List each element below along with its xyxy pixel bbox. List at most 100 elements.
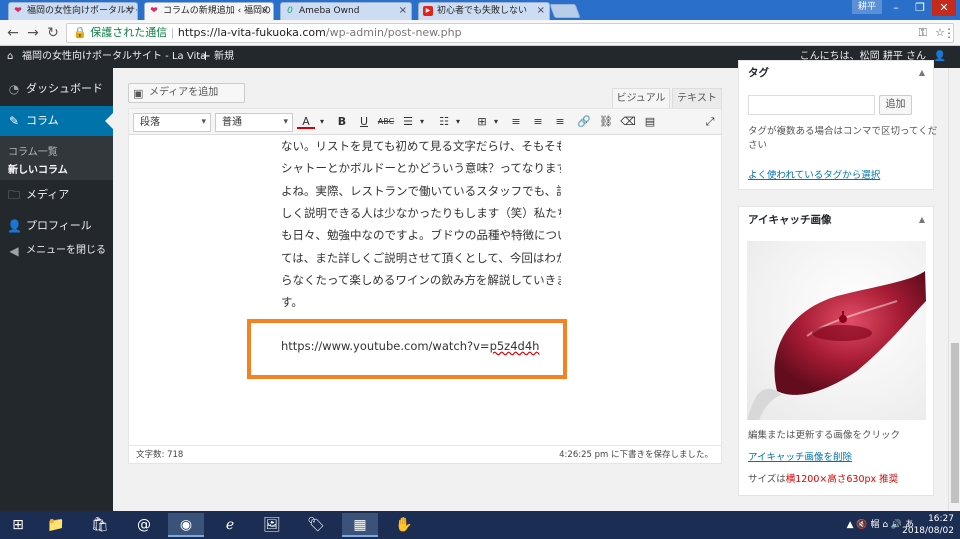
featured-image[interactable] xyxy=(747,241,926,420)
site-name-link[interactable]: 福岡の女性向けポータルサイト - La Vita xyxy=(22,46,206,68)
photos-icon[interactable]: 🖼 xyxy=(254,513,290,537)
home-icon[interactable]: ⌂ xyxy=(7,46,13,68)
secure-label: 保護された通信 xyxy=(90,26,168,39)
restore-icon[interactable]: ❐ xyxy=(908,0,932,16)
toggle-icon[interactable]: ▲ xyxy=(919,61,925,85)
font-size-select[interactable]: 普通 xyxy=(215,113,293,132)
pin-icon: ✎ xyxy=(8,114,20,128)
chevron-down-icon[interactable]: ▾ xyxy=(449,113,467,131)
file-explorer-icon[interactable]: 📁 xyxy=(38,513,74,537)
url-input[interactable]: 🔒 保護された通信 | https://la-vita-fukuoka.com/… xyxy=(66,23,954,43)
paste-text-icon[interactable]: ▤ xyxy=(641,113,659,131)
tags-header[interactable]: タグ ▲ xyxy=(739,61,933,85)
remove-featured-link[interactable]: アイキャッチ画像を削除 xyxy=(748,451,852,465)
size-value: 横1200×高さ630px 推奨 xyxy=(785,474,899,485)
youtube-icon: ▶ xyxy=(423,6,433,16)
close-window-icon[interactable]: ✕ xyxy=(932,0,956,16)
submenu-column-list[interactable]: コラム一覧 xyxy=(8,143,58,158)
tab-text[interactable]: テキスト xyxy=(672,88,722,108)
browser-tab[interactable]: ❤ 福岡の女性向けポータルサイ × xyxy=(8,2,138,20)
align-left-icon[interactable]: ≡ xyxy=(507,113,525,131)
windows-taskbar: ⊞ 📁 🛍 @ ◉ ℯ 🖼 🏷 ▦ ✋ ▲ 🔇 帽 ⌂ 🔊 あ 16:27 20… xyxy=(0,511,960,539)
page-scrollbar[interactable] xyxy=(948,68,960,511)
editor-status-bar: 文字数: 718 4:26:25 pm に下書きを保存しました。 xyxy=(129,445,721,463)
editor-box: 段落 普通 A ▾ B U ABC ☰ ▾ ☷ ▾ ⊞ ▾ ≡ ≡ ≡ 🔗 ⛓ … xyxy=(128,108,722,464)
tag-input[interactable] xyxy=(748,95,875,115)
forward-icon[interactable]: → xyxy=(24,24,42,42)
plus-icon[interactable]: + xyxy=(200,46,211,68)
close-icon[interactable]: × xyxy=(125,3,133,19)
wine-glass-image xyxy=(747,271,926,420)
key-icon[interactable]: ⚿ xyxy=(919,24,927,42)
url-host: https://la-vita-fukuoka.com xyxy=(177,26,326,39)
close-icon[interactable]: × xyxy=(261,3,269,19)
word-count: 文字数: 718 xyxy=(136,450,184,460)
mail-icon[interactable]: @ xyxy=(126,513,162,537)
tag-app-icon[interactable]: 🏷 xyxy=(298,513,334,537)
sidebar-item-dashboard[interactable]: ◔ ダッシュボード xyxy=(0,74,113,104)
url-main: https://www.youtube.com/watch?v= xyxy=(281,339,490,353)
close-icon[interactable]: × xyxy=(537,3,545,19)
browser-tab[interactable]: ▶ 初心者でも失敗しない × xyxy=(418,2,550,20)
scrollbar-thumb[interactable] xyxy=(951,343,959,503)
tab-title: Ameba Ownd xyxy=(299,6,360,16)
browser-tab[interactable]: 0 Ameba Ownd × xyxy=(280,2,412,20)
browser-tab-active[interactable]: ❤ コラムの新規追加 ‹ 福岡の × xyxy=(144,2,274,20)
clock[interactable]: 16:27 2018/08/02 xyxy=(902,513,954,537)
add-media-button[interactable]: ▣ メディアを追加 xyxy=(128,83,245,103)
chevron-down-icon[interactable]: ▾ xyxy=(487,113,505,131)
bold-icon[interactable]: B xyxy=(333,113,351,131)
link-icon[interactable]: 🔗 xyxy=(575,113,593,131)
close-icon[interactable]: × xyxy=(399,3,407,19)
media-icon: 🗀 xyxy=(7,188,20,202)
align-right-icon[interactable]: ≡ xyxy=(551,113,569,131)
editor-content[interactable]: ない。リストを見ても初めて見る文字だらけ、そもそも シャトーとかボルドーとかどう… xyxy=(281,135,561,435)
address-bar-row: ← → ↻ 🔒 保護された通信 | https://la-vita-fukuok… xyxy=(0,20,960,46)
format-select[interactable]: 段落 xyxy=(133,113,211,132)
unlink-icon[interactable]: ⛓ xyxy=(597,113,615,131)
media-icon: ▣ xyxy=(133,87,144,100)
youtube-url-text[interactable]: https://www.youtube.com/watch?v=p5z4d4h xyxy=(281,339,539,353)
featured-header[interactable]: アイキャッチ画像 ▲ xyxy=(739,207,933,233)
eraser-icon[interactable]: ⌫ xyxy=(619,113,637,131)
add-tag-button[interactable]: 追加 xyxy=(879,95,912,115)
draft-saved-status: 4:26:25 pm に下書きを保存しました。 xyxy=(559,450,713,460)
browser-tab-strip: ❤ 福岡の女性向けポータルサイ × ❤ コラムの新規追加 ‹ 福岡の × 0 A… xyxy=(0,0,960,20)
avatar-icon[interactable]: 👤 xyxy=(934,46,946,68)
chevron-down-icon[interactable]: ▾ xyxy=(413,113,431,131)
store-icon[interactable]: 🛍 xyxy=(82,513,118,537)
tag-help-line1: タグが複数ある場合はコンマで区切ってくだ xyxy=(748,126,938,137)
align-center-icon[interactable]: ≡ xyxy=(529,113,547,131)
new-link[interactable]: 新規 xyxy=(214,46,234,68)
profile-badge[interactable]: 耕平 xyxy=(851,0,882,14)
underline-icon[interactable]: U xyxy=(355,113,373,131)
box-title: アイキャッチ画像 xyxy=(748,214,832,226)
strikethrough-icon[interactable]: ABC xyxy=(377,113,395,131)
app-icon[interactable]: ✋ xyxy=(386,513,422,537)
sidebar-collapse[interactable]: ◀ メニューを閉じる xyxy=(0,236,113,266)
paragraph-line: も日々、勉強中なのですよ。ブドウの品種や特徴につい xyxy=(281,228,561,243)
column-submenu: コラム一覧 新しいコラム xyxy=(0,136,113,180)
new-tab-button[interactable] xyxy=(549,4,581,18)
ie-icon[interactable]: ℯ xyxy=(212,513,248,537)
reload-icon[interactable]: ↻ xyxy=(44,24,62,42)
popular-tags-link[interactable]: よく使われているタグから選択 xyxy=(748,169,880,183)
sidebar-item-media[interactable]: 🗀 メディア xyxy=(0,180,113,210)
sidebar-item-column[interactable]: ✎ コラム xyxy=(0,106,113,136)
sidebar-item-label: ダッシュボード xyxy=(26,82,103,95)
tag-help-line2: さい xyxy=(748,140,768,151)
dashboard-icon: ◔ xyxy=(8,82,20,96)
chevron-down-icon[interactable]: ▾ xyxy=(313,113,331,131)
chrome-icon[interactable]: ◉ xyxy=(168,513,204,537)
clock-time: 16:27 xyxy=(928,514,954,524)
news-icon[interactable]: ▦ xyxy=(342,513,378,537)
menu-icon[interactable]: ⋮ xyxy=(940,24,958,42)
tab-visual[interactable]: ビジュアル xyxy=(612,88,670,108)
toggle-icon[interactable]: ▲ xyxy=(919,207,925,233)
back-icon[interactable]: ← xyxy=(4,24,22,42)
minimize-icon[interactable]: – xyxy=(884,0,908,16)
fullscreen-icon[interactable]: ⤢ xyxy=(701,113,719,131)
editor-toolbar: 段落 普通 A ▾ B U ABC ☰ ▾ ☷ ▾ ⊞ ▾ ≡ ≡ ≡ 🔗 ⛓ … xyxy=(129,109,721,135)
windows-start-icon[interactable]: ⊞ xyxy=(2,513,34,537)
submenu-new-column[interactable]: 新しいコラム xyxy=(8,161,68,176)
